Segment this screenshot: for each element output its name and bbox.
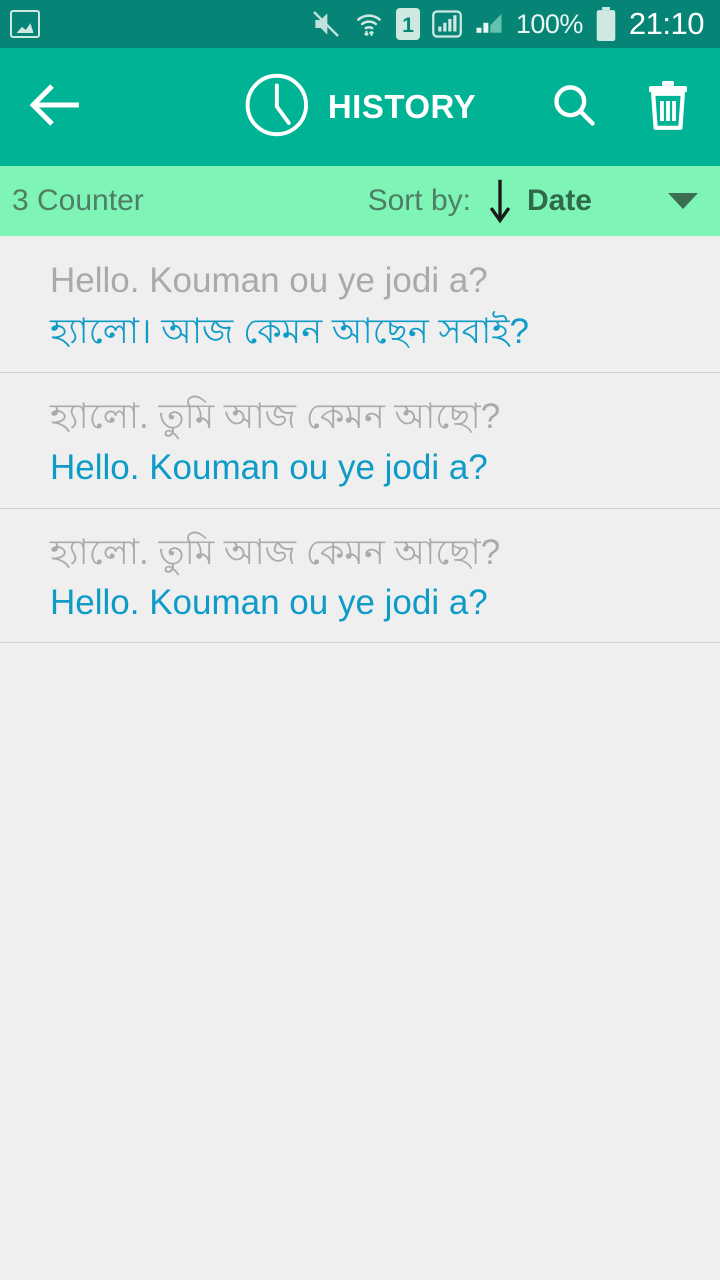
app-bar: HISTORY	[0, 48, 720, 166]
trash-icon	[644, 79, 692, 136]
arrow-down-icon[interactable]	[487, 178, 513, 224]
sort-value-label: Date	[526, 184, 592, 217]
app-bar-actions	[550, 79, 692, 136]
history-source-text: হ্যালো. তুমি আজ কেমন আছো?	[50, 396, 501, 436]
status-bar-left	[10, 10, 310, 38]
signal2-icon	[474, 8, 504, 40]
history-list: Hello. Kouman ou ye jodi a? হ্যালো। আজ ক…	[0, 236, 720, 644]
history-target-text: হ্যালো। আজ কেমন আছেন সবাই?	[50, 311, 529, 351]
signal-icon	[431, 8, 462, 40]
status-bar-clock: 21:10	[628, 6, 705, 41]
search-button[interactable]	[550, 81, 598, 134]
wifi-icon	[354, 8, 384, 40]
search-icon	[550, 81, 598, 134]
history-source-text: হ্যালো. তুমি আজ কেমন আছো?	[50, 532, 501, 572]
list-item[interactable]: হ্যালো. তুমি আজ কেমন আছো? Hello. Kouman …	[0, 507, 720, 644]
counter-label: 3 Counter	[12, 184, 144, 217]
delete-all-button[interactable]	[644, 79, 692, 136]
gallery-icon-image	[16, 23, 34, 33]
clock-icon	[244, 72, 310, 143]
sort-bar: 3 Counter Sort by: Date	[0, 166, 720, 236]
history-source-text: Hello. Kouman ou ye jodi a?	[50, 261, 488, 300]
chevron-down-icon[interactable]	[668, 193, 698, 209]
list-item[interactable]: Hello. Kouman ou ye jodi a? হ্যালো। আজ ক…	[0, 236, 720, 372]
battery-percent-label: 100%	[515, 8, 584, 39]
history-target-text: Hello. Kouman ou ye jodi a?	[50, 447, 488, 487]
app-bar-title-group: HISTORY	[244, 72, 476, 143]
page-title: HISTORY	[327, 88, 477, 125]
status-bar: 1 100% 21:10	[0, 0, 720, 48]
history-target-text: Hello. Kouman ou ye jodi a?	[50, 583, 488, 623]
status-bar-right: 1 100% 21:10	[310, 6, 705, 42]
mute-icon	[310, 8, 342, 40]
sim1-icon: 1	[395, 8, 420, 40]
battery-icon	[595, 7, 617, 41]
sort-control[interactable]: Sort by: Date	[368, 178, 592, 224]
sort-by-label: Sort by:	[367, 184, 471, 217]
svg-text:1: 1	[402, 13, 414, 37]
back-button[interactable]	[28, 79, 84, 135]
list-item[interactable]: হ্যালো. তুমি আজ কেমন আছো? Hello. Kouman …	[0, 371, 720, 508]
arrow-left-icon	[29, 83, 83, 131]
gallery-icon	[10, 10, 40, 38]
